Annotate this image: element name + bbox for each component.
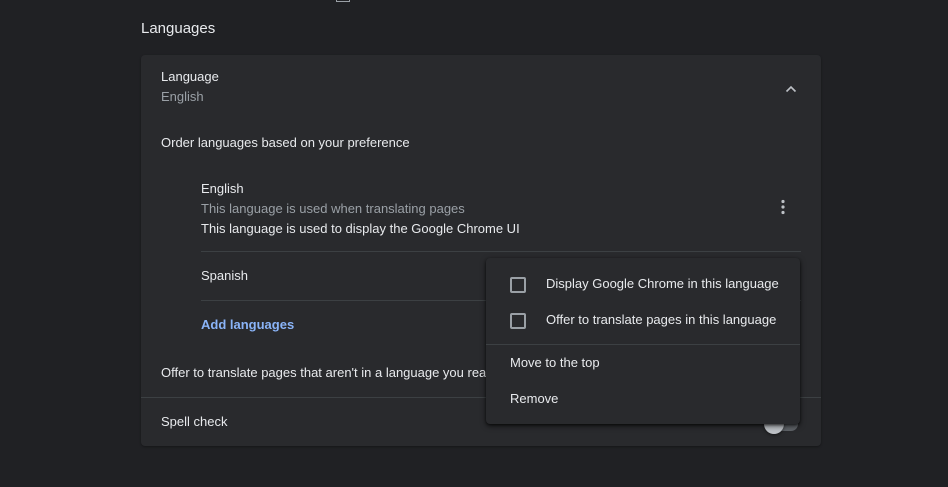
language-expand-row[interactable]: Language English: [141, 55, 821, 123]
language-item-english: English This language is used when trans…: [201, 173, 801, 252]
ui-language-note: This language is used to display the Goo…: [201, 221, 520, 236]
menu-item-move-top[interactable]: Move to the top: [486, 345, 800, 381]
scrolled-off-element: [336, 0, 350, 2]
menu-item-label: Display Google Chrome in this language: [546, 276, 779, 291]
menu-item-label: Remove: [510, 391, 559, 406]
display-ui-checkbox[interactable]: [510, 277, 526, 293]
menu-item-label: Move to the top: [510, 355, 600, 370]
language-name: English: [201, 181, 244, 196]
menu-item-display-ui[interactable]: Display Google Chrome in this language: [486, 266, 800, 302]
order-languages-text: Order languages based on your preference: [161, 135, 410, 150]
offer-translate-text: Offer to translate pages that aren't in …: [161, 365, 494, 380]
menu-item-label: Offer to translate pages in this languag…: [546, 312, 777, 327]
more-vert-icon[interactable]: [771, 195, 795, 219]
language-context-menu: Display Google Chrome in this language O…: [486, 258, 800, 424]
add-languages-link[interactable]: Add languages: [201, 317, 294, 332]
menu-item-offer-translate[interactable]: Offer to translate pages in this languag…: [486, 302, 800, 338]
translate-note: This language is used when translating p…: [201, 201, 465, 216]
language-current-value: English: [161, 89, 204, 104]
chevron-up-icon[interactable]: [781, 79, 801, 99]
language-label: Language: [161, 69, 219, 84]
settings-page: Languages Language English Order languag…: [0, 0, 948, 487]
offer-translate-checkbox[interactable]: [510, 313, 526, 329]
menu-item-remove[interactable]: Remove: [486, 381, 800, 417]
section-title: Languages: [141, 20, 216, 37]
spell-check-label: Spell check: [161, 414, 228, 429]
language-name: Spanish: [201, 268, 248, 283]
